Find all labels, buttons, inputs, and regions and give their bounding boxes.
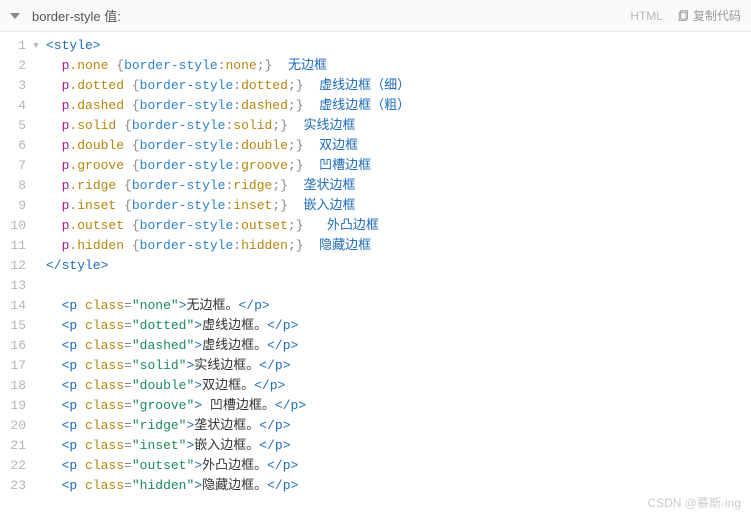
line-number: 1	[0, 36, 26, 56]
code-line: </style>	[46, 256, 751, 276]
line-number: 9	[0, 196, 26, 216]
code-line: <p class="none">无边框。</p>	[46, 296, 751, 316]
line-number: 13	[0, 276, 26, 296]
code-line: p.double {border-style:double;} 双边框	[46, 136, 751, 156]
line-number: 4	[0, 96, 26, 116]
line-number: 2	[0, 56, 26, 76]
code-line: p.ridge {border-style:ridge;} 垄状边框	[46, 176, 751, 196]
code-line: <p class="groove"> 凹槽边框。</p>	[46, 396, 751, 416]
line-number: 12	[0, 256, 26, 276]
fold-column: ▾	[32, 36, 46, 496]
code-line: <style>	[46, 36, 751, 56]
line-number: 5	[0, 116, 26, 136]
line-number: 16	[0, 336, 26, 356]
line-number: 15	[0, 316, 26, 336]
line-number: 14	[0, 296, 26, 316]
fold-marker[interactable]: ▾	[32, 36, 46, 56]
code-title: border-style 值:	[32, 6, 630, 25]
language-label: HTML	[630, 9, 663, 23]
code-line: p.inset {border-style:inset;} 嵌入边框	[46, 196, 751, 216]
code-line: p.groove {border-style:groove;} 凹槽边框	[46, 156, 751, 176]
line-number: 6	[0, 136, 26, 156]
code-line	[46, 276, 751, 296]
line-number: 20	[0, 416, 26, 436]
code-line: p.dotted {border-style:dotted;} 虚线边框（细）	[46, 76, 751, 96]
code-line: <p class="hidden">隐藏边框。</p>	[46, 476, 751, 496]
code-line: <p class="inset">嵌入边框。</p>	[46, 436, 751, 456]
code-line: p.none {border-style:none;} 无边框	[46, 56, 751, 76]
code-line: <p class="solid">实线边框。</p>	[46, 356, 751, 376]
code-line: <p class="double">双边框。</p>	[46, 376, 751, 396]
line-number: 3	[0, 76, 26, 96]
copy-icon	[677, 10, 689, 22]
copy-label: 复制代码	[693, 7, 741, 24]
code-header: border-style 值: HTML 复制代码	[0, 0, 751, 32]
code-line: p.outset {border-style:outset;} 外凸边框	[46, 216, 751, 236]
line-number: 7	[0, 156, 26, 176]
collapse-icon[interactable]	[10, 13, 20, 19]
line-number: 19	[0, 396, 26, 416]
code-line: p.dashed {border-style:dashed;} 虚线边框（粗）	[46, 96, 751, 116]
code-area: 1234567891011121314151617181920212223 ▾ …	[0, 32, 751, 496]
code-line: <p class="outset">外凸边框。</p>	[46, 456, 751, 476]
line-number: 17	[0, 356, 26, 376]
code-line: <p class="dashed">虚线边框。</p>	[46, 336, 751, 356]
line-number: 10	[0, 216, 26, 236]
code-content[interactable]: <style> p.none {border-style:none;} 无边框 …	[46, 36, 751, 496]
line-number: 23	[0, 476, 26, 496]
copy-button[interactable]: 复制代码	[677, 7, 741, 24]
line-number: 21	[0, 436, 26, 456]
line-number: 18	[0, 376, 26, 396]
line-number: 8	[0, 176, 26, 196]
code-line: <p class="ridge">垄状边框。</p>	[46, 416, 751, 436]
line-number: 11	[0, 236, 26, 256]
line-gutter: 1234567891011121314151617181920212223	[0, 36, 32, 496]
watermark: CSDN @慕斯-ing	[647, 494, 741, 511]
code-line: p.hidden {border-style:hidden;} 隐藏边框	[46, 236, 751, 256]
line-number: 22	[0, 456, 26, 476]
code-line: <p class="dotted">虚线边框。</p>	[46, 316, 751, 336]
code-line: p.solid {border-style:solid;} 实线边框	[46, 116, 751, 136]
